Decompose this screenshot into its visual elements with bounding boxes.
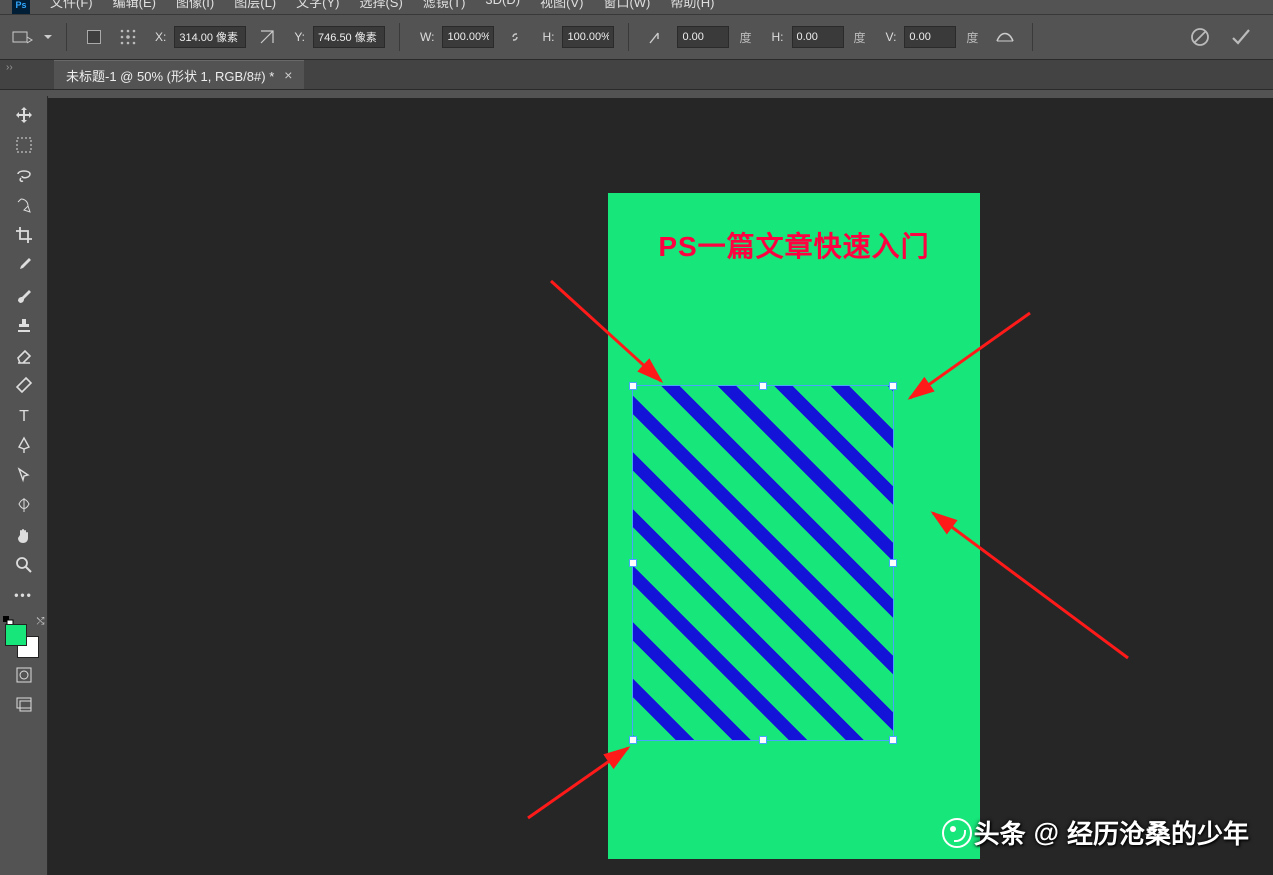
crop-tool-icon[interactable] bbox=[8, 220, 40, 250]
swap-colors-icon[interactable]: ⤭ bbox=[37, 616, 45, 627]
menu-type[interactable]: 文字(Y) bbox=[296, 0, 339, 11]
tab-close-icon[interactable]: × bbox=[284, 67, 292, 83]
svg-text:T: T bbox=[19, 408, 29, 424]
relative-positioning-icon[interactable] bbox=[254, 24, 280, 50]
artboard-title-text: PS一篇文章快速入门 bbox=[608, 225, 980, 265]
watermark-at: @ bbox=[1034, 817, 1059, 848]
commit-transform-icon[interactable] bbox=[1227, 24, 1253, 50]
x-input[interactable] bbox=[174, 26, 246, 48]
interpolation-icon[interactable] bbox=[992, 24, 1018, 50]
v-skew-unit: 度 bbox=[966, 29, 978, 46]
toolbox: T ••• ⤭ bbox=[0, 96, 48, 875]
cancel-transform-icon[interactable] bbox=[1187, 24, 1213, 50]
menu-layer[interactable]: 图层(L) bbox=[234, 0, 276, 11]
eyedropper-tool-icon[interactable] bbox=[8, 250, 40, 280]
color-swatches[interactable]: ⤭ bbox=[5, 616, 43, 654]
collapse-panels-icon[interactable]: ›› bbox=[6, 62, 13, 73]
w-label: W: bbox=[420, 30, 434, 44]
transform-handle-mr[interactable] bbox=[889, 559, 897, 567]
transform-handle-bl[interactable] bbox=[629, 736, 637, 744]
watermark: 头条 @ 经历沧桑的少年 bbox=[942, 814, 1249, 851]
x-label: X: bbox=[155, 30, 166, 44]
app-icon: Ps bbox=[12, 0, 30, 14]
menu-bar: Ps 文件(F) 编辑(E) 图像(I) 图层(L) 文字(Y) 选择(S) 滤… bbox=[0, 0, 1273, 14]
v-skew-label: V: bbox=[886, 30, 897, 44]
stamp-tool-icon[interactable] bbox=[8, 310, 40, 340]
menu-filter[interactable]: 滤镜(T) bbox=[423, 0, 466, 11]
transform-handle-tr[interactable] bbox=[889, 382, 897, 390]
selected-shape[interactable] bbox=[632, 385, 894, 741]
link-wh-icon[interactable] bbox=[502, 24, 528, 50]
transform-handle-tm[interactable] bbox=[759, 382, 767, 390]
angle-input[interactable] bbox=[677, 26, 729, 48]
transform-handle-tl[interactable] bbox=[629, 382, 637, 390]
angle-unit: 度 bbox=[739, 29, 751, 46]
hand-tool-icon[interactable] bbox=[8, 520, 40, 550]
document-tab-row: ›› 未标题-1 @ 50% (形状 1, RGB/8#) * × bbox=[0, 60, 1273, 90]
screenmode-icon[interactable] bbox=[8, 690, 40, 720]
rotate-angle-icon bbox=[643, 24, 669, 50]
menu-edit[interactable]: 编辑(E) bbox=[113, 0, 156, 11]
watermark-logo-icon bbox=[942, 818, 972, 848]
brush-tool-icon[interactable] bbox=[8, 280, 40, 310]
menu-window[interactable]: 窗口(W) bbox=[603, 0, 650, 11]
y-input[interactable] bbox=[313, 26, 385, 48]
menu-3d[interactable]: 3D(D) bbox=[485, 0, 520, 7]
gradient-tool-icon[interactable] bbox=[8, 370, 40, 400]
w-input[interactable] bbox=[442, 26, 494, 48]
h-input[interactable] bbox=[562, 26, 614, 48]
pen-tool-icon[interactable] bbox=[8, 430, 40, 460]
transform-options-dropdown[interactable] bbox=[44, 33, 52, 41]
lasso-tool-icon[interactable] bbox=[8, 160, 40, 190]
edit-toolbar-icon[interactable]: ••• bbox=[8, 580, 40, 610]
marquee-tool-icon[interactable] bbox=[8, 130, 40, 160]
artboard[interactable]: PS一篇文章快速入门 bbox=[608, 193, 980, 859]
watermark-author: 经历沧桑的少年 bbox=[1067, 814, 1249, 851]
type-tool-icon[interactable]: T bbox=[8, 400, 40, 430]
foreground-color-swatch[interactable] bbox=[5, 624, 27, 646]
menu-image[interactable]: 图像(I) bbox=[176, 0, 214, 11]
v-skew-input[interactable] bbox=[904, 26, 956, 48]
menu-file[interactable]: 文件(F) bbox=[50, 0, 93, 11]
watermark-brand: 头条 bbox=[974, 814, 1026, 851]
document-tab-label: 未标题-1 @ 50% (形状 1, RGB/8#) * bbox=[66, 66, 274, 85]
divider bbox=[628, 23, 629, 51]
move-tool-icon[interactable] bbox=[8, 100, 40, 130]
menu-view[interactable]: 视图(V) bbox=[540, 0, 583, 11]
transform-handle-ml[interactable] bbox=[629, 559, 637, 567]
transform-handle-bm[interactable] bbox=[759, 736, 767, 744]
zoom-tool-icon[interactable] bbox=[8, 550, 40, 580]
transform-tool-icon[interactable] bbox=[10, 24, 36, 50]
h-skew-unit: 度 bbox=[854, 29, 866, 46]
h-skew-input[interactable] bbox=[792, 26, 844, 48]
options-bar: X: Y: W: H: 度 H: 度 V: 度 bbox=[0, 14, 1273, 60]
menu-help[interactable]: 帮助(H) bbox=[670, 0, 714, 11]
reference-point-toggle[interactable] bbox=[87, 30, 101, 44]
divider bbox=[1032, 23, 1033, 51]
y-label: Y: bbox=[294, 30, 305, 44]
canvas-area[interactable]: PS一篇文章快速入门 头条 @ 经历沧桑的少年 bbox=[48, 98, 1273, 875]
divider bbox=[66, 23, 67, 51]
h-skew-label: H: bbox=[772, 30, 784, 44]
menu-select[interactable]: 选择(S) bbox=[359, 0, 402, 11]
quick-select-tool-icon[interactable] bbox=[8, 190, 40, 220]
eraser-tool-icon[interactable] bbox=[8, 340, 40, 370]
path-select-tool-icon[interactable] bbox=[8, 460, 40, 490]
divider bbox=[399, 23, 400, 51]
reference-point-grid-icon[interactable] bbox=[115, 24, 141, 50]
h-label: H: bbox=[542, 30, 554, 44]
quickmask-icon[interactable] bbox=[8, 660, 40, 690]
transform-handle-br[interactable] bbox=[889, 736, 897, 744]
diagonal-stripes-fill bbox=[633, 386, 893, 740]
document-tab[interactable]: 未标题-1 @ 50% (形状 1, RGB/8#) * × bbox=[54, 60, 304, 89]
shape-tool-icon[interactable] bbox=[8, 490, 40, 520]
